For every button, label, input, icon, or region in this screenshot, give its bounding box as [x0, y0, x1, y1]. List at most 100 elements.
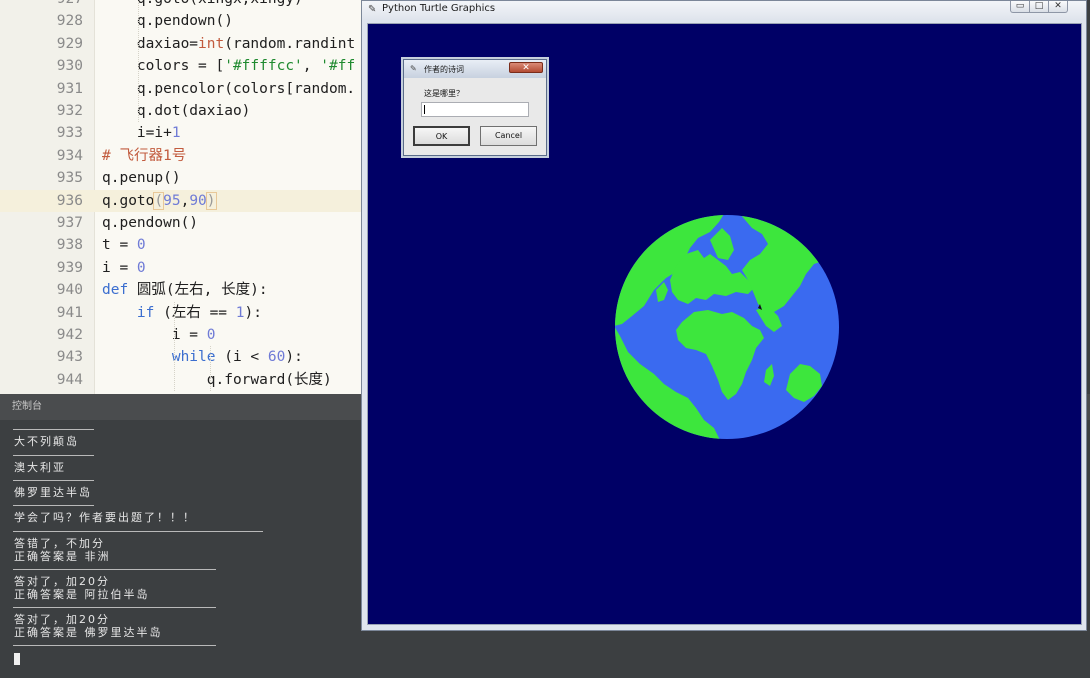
indent-guide [210, 346, 211, 392]
token: q.pendown() [102, 13, 233, 30]
code-line[interactable]: 933 i=i+1 [0, 122, 362, 144]
token-str: '#ffffcc' [224, 58, 303, 75]
code-line[interactable]: 928 q.pendown() [0, 10, 362, 32]
code-line[interactable]: 940 def 圆弧(左右, 长度): [0, 279, 362, 301]
line-number: 942 [56, 327, 83, 343]
line-number: 933 [56, 125, 83, 142]
token: ): [244, 304, 262, 321]
code-line[interactable]: 934 # 飞行器1号 [0, 145, 362, 167]
code-line[interactable]: 936 q.goto(95,90) [0, 189, 362, 212]
code-text: q.forward(长度) [102, 369, 332, 391]
code-text: q.goto(95,90) [102, 190, 217, 212]
line-number: 943 [56, 349, 83, 366]
token-paren: ) [205, 191, 217, 210]
token-num: 1 [171, 125, 181, 142]
console-cursor[interactable] [14, 653, 20, 665]
feather-icon: ✎ [410, 64, 417, 73]
minimize-button[interactable]: ▭ [1010, 1, 1030, 13]
output-separator [13, 607, 216, 608]
code-text: t = 0 [102, 234, 146, 256]
code-line[interactable]: 930 colors = ['#ffffcc', '#ff [0, 55, 362, 77]
code-line[interactable]: 944 q.forward(长度) [0, 369, 362, 391]
token-str: '#ff [320, 58, 356, 75]
code-text: q.penup() [102, 167, 181, 189]
maximize-button[interactable]: □ [1029, 1, 1049, 13]
console-panel[interactable]: 控制台 大不列颠岛 澳大利亚 佛罗里达半岛 学会了吗？作者要出题了！！！ 答错了… [0, 394, 1090, 678]
console-output-line: 大不列颠岛 [14, 435, 79, 448]
answer-input[interactable] [421, 102, 529, 117]
dialog-titlebar[interactable]: ✎ 作者的诗词 ✕ [404, 60, 546, 78]
token: ): [285, 349, 303, 366]
code-text: i=i+1 [102, 122, 181, 144]
ok-button[interactable]: OK [413, 126, 470, 146]
code-line[interactable]: 941 if (左右 == 1): [0, 302, 362, 324]
code-text: q.pencolor(colors[random. [102, 78, 355, 100]
code-line[interactable]: 932 q.dot(daxiao) [0, 100, 362, 122]
code-line[interactable]: 939 i = 0 [0, 257, 362, 279]
output-separator [13, 505, 94, 506]
token-cmt: # 飞行器1号 [102, 147, 187, 164]
line-number: 928 [56, 13, 83, 30]
code-line[interactable]: 942 i = 0 [0, 324, 362, 346]
console-output-line: 佛罗里达半岛 [14, 486, 92, 499]
feather-icon: ✎ [368, 4, 377, 15]
code-line[interactable]: 929 daxiao=int(random.randint [0, 33, 362, 55]
code-line[interactable]: 937 q.pendown() [0, 212, 362, 234]
console-output-line: 答对了，加20分 正确答案是 阿拉伯半岛 [14, 575, 150, 601]
code-text: # 飞行器1号 [102, 145, 186, 167]
token-num: 95 [163, 192, 181, 209]
token: q.dot(daxiao) [102, 103, 251, 119]
window-title: Python Turtle Graphics [382, 3, 496, 14]
code-line[interactable]: 927 q.goto(xingx,xingy) [0, 0, 362, 10]
code-text: if (左右 == 1): [102, 302, 262, 324]
code-line[interactable]: 931 q.pencolor(colors[random. [0, 78, 362, 100]
text-caret [424, 105, 425, 114]
dialog-title: 作者的诗词 [424, 65, 464, 74]
close-button[interactable]: ✕ [1048, 1, 1068, 13]
line-number: 935 [56, 170, 83, 187]
output-separator [13, 645, 216, 646]
indent-guide [174, 301, 175, 392]
line-number: 934 [56, 147, 83, 164]
dialog-close-button[interactable]: ✕ [509, 62, 543, 73]
code-text: q.dot(daxiao) [102, 100, 251, 122]
output-separator [13, 455, 94, 456]
output-separator [13, 569, 216, 570]
token-bi: int [198, 35, 225, 52]
console-output-line: 答对了，加20分 正确答案是 佛罗里达半岛 [14, 613, 163, 639]
code-text: i = 0 [102, 257, 146, 279]
code-text: colors = ['#ffffcc', '#ff [102, 55, 355, 77]
token: i = [102, 259, 137, 276]
line-number: 938 [56, 237, 83, 254]
token: t = [102, 237, 137, 254]
code-text: def 圆弧(左右, 长度): [102, 279, 268, 301]
output-separator [13, 429, 94, 430]
code-text: q.pendown() [102, 212, 198, 234]
code-text: i = 0 [102, 324, 216, 346]
token-num: 0 [136, 259, 146, 276]
code-text: q.goto(xingx,xingy) [102, 0, 303, 10]
cancel-button[interactable]: Cancel [480, 126, 537, 146]
token: q.forward(长度) [102, 371, 332, 388]
line-number: 931 [56, 80, 83, 97]
input-dialog[interactable]: ✎ 作者的诗词 ✕ 这是哪里？ OK Cancel [403, 59, 547, 156]
line-number: 936 [56, 192, 83, 209]
code-line[interactable]: 938 t = 0 [0, 234, 362, 256]
token: , [302, 58, 321, 75]
code-line[interactable]: 943 while (i < 60): [0, 346, 362, 368]
token-num: 90 [189, 192, 207, 209]
code-line[interactable]: 935 q.penup() [0, 167, 362, 189]
token: (i < [215, 349, 268, 366]
earth-globe [615, 215, 839, 439]
code-text: daxiao=int(random.randint [102, 33, 355, 55]
window-titlebar[interactable]: ✎ Python Turtle Graphics ▭ □ ✕ [362, 1, 1086, 20]
token-paren: ( [153, 191, 165, 210]
dialog-prompt: 这是哪里？ [424, 89, 464, 98]
code-editor[interactable]: 927 q.goto(xingx,xingy)928 q.pendown()92… [0, 0, 362, 394]
token-num: 60 [267, 349, 286, 366]
token: daxiao= [102, 35, 199, 52]
token-num: 0 [206, 327, 216, 343]
indent-guide [138, 0, 139, 123]
token-num: 0 [136, 237, 146, 254]
